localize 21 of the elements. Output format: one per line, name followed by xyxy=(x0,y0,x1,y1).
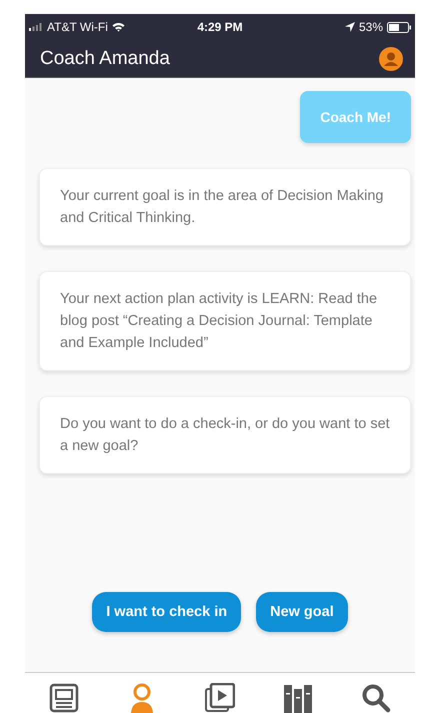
search-icon xyxy=(361,683,391,713)
coach-message: Your next action plan activity is LEARN: Read the blog post “Creating a Decision Journal: Template and Example Included” xyxy=(39,271,411,371)
location-icon xyxy=(344,22,355,32)
quick-reply-button[interactable]: I want to check in xyxy=(92,592,242,632)
tab-search[interactable] xyxy=(361,683,391,713)
battery-icon xyxy=(387,22,411,32)
coach-message: Do you want to do a check-in, or do you want to set a new goal? xyxy=(39,396,411,474)
clock-text: 4:29 PM xyxy=(197,20,243,34)
quick-reply-button[interactable]: New goal xyxy=(256,592,348,632)
wifi-icon xyxy=(112,22,125,32)
profile-icon[interactable] xyxy=(379,46,403,70)
user-message: Coach Me! xyxy=(300,91,411,143)
tab-news[interactable] xyxy=(49,683,79,713)
document-icon xyxy=(49,683,79,713)
battery-text: 53% xyxy=(358,20,383,34)
header-title: Coach Amanda xyxy=(40,48,170,70)
carrier-text: AT&T Wi-Fi xyxy=(47,20,108,34)
coach-message: Your current goal is in the area of Decision Making and Critical Thinking. xyxy=(39,168,411,246)
tab-video[interactable] xyxy=(205,683,235,713)
tab-library[interactable] xyxy=(283,683,313,713)
signal-icon xyxy=(29,23,43,31)
